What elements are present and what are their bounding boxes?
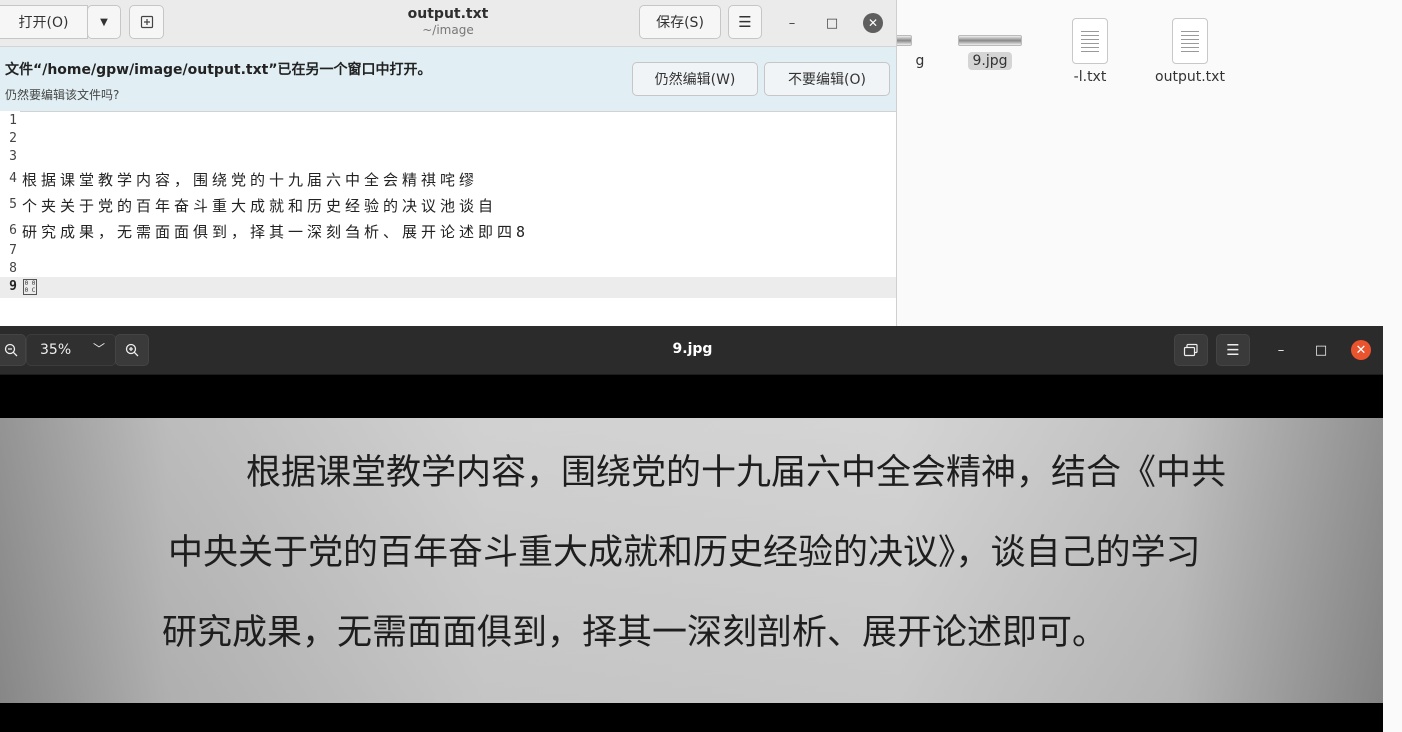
edit-anyway-button[interactable]: 仍然编辑(W) bbox=[632, 62, 758, 96]
viewer-maximize-button[interactable]: □ bbox=[1311, 340, 1331, 360]
line-text: 个夹关于党的百年奋斗重大成就和历史经验的决议池谈自 bbox=[22, 197, 498, 215]
gallery-button[interactable] bbox=[1174, 334, 1208, 366]
new-document-icon bbox=[140, 15, 153, 29]
close-button[interactable]: ✕ bbox=[863, 13, 883, 33]
viewer-close-button[interactable]: ✕ bbox=[1351, 340, 1371, 360]
desktop-edge bbox=[1383, 326, 1402, 732]
text-view[interactable]: 1 2 3 4 根据课堂教学内容，围绕党的十九届六中全会精祺咤缪 5 个夹关于党… bbox=[0, 111, 896, 326]
infobar-subtitle: 仍然要编辑该文件吗? bbox=[5, 88, 120, 102]
save-button-label: 保存(S) bbox=[656, 15, 704, 31]
viewer-headerbar: 35% ﹀ 9.jpg ☰ – □ ✕ bbox=[0, 326, 1385, 375]
displayed-photo[interactable]: 根据课堂教学内容，围绕党的十九届六中全会精神，结合《中共 中央关于党的百年奋斗重… bbox=[0, 418, 1385, 703]
line-number: 7 bbox=[9, 243, 17, 258]
minimize-icon: – bbox=[1277, 342, 1285, 358]
file-item-output-txt[interactable]: output.txt bbox=[1140, 18, 1240, 86]
line-number: 2 bbox=[9, 131, 17, 146]
gallery-icon bbox=[1183, 343, 1198, 357]
text-file-icon bbox=[1072, 18, 1108, 64]
dont-edit-button[interactable]: 不要编辑(O) bbox=[764, 62, 890, 96]
file-item-l-txt[interactable]: -l.txt bbox=[1040, 18, 1140, 86]
editor-headerbar: 打开(O) ▼ output.txt ~/image 保存(S) ☰ – □ ✕ bbox=[0, 0, 896, 47]
menu-button[interactable]: ☰ bbox=[728, 5, 762, 39]
minimize-button[interactable]: – bbox=[782, 13, 802, 33]
line-text: 根据课堂教学内容，围绕党的十九届六中全会精祺咤缪 bbox=[22, 171, 479, 189]
file-label: output.txt bbox=[1155, 69, 1225, 85]
photo-text-line: 研究成果，无需面面俱到，择其一深刻剖析、展开论述即可。 bbox=[162, 613, 1108, 653]
line-number: 3 bbox=[9, 149, 17, 164]
image-viewer-window: 35% ﹀ 9.jpg ☰ – □ ✕ 根据课堂教学内容，围绕党的十九届六中全会… bbox=[0, 326, 1385, 732]
chevron-down-icon: ▼ bbox=[100, 16, 108, 28]
viewer-menu-button[interactable]: ☰ bbox=[1216, 334, 1250, 366]
line-number: 9 bbox=[9, 279, 17, 294]
open-dropdown-button[interactable]: ▼ bbox=[87, 5, 121, 39]
image-thumbnail-icon bbox=[958, 35, 1022, 46]
photo-text-line: 中央关于党的百年奋斗重大成就和历史经验的决议》，谈自己的学习 bbox=[168, 533, 1201, 573]
line-number: 5 bbox=[9, 197, 17, 212]
open-button[interactable]: 打开(O) bbox=[0, 5, 88, 39]
file-label: -l.txt bbox=[1073, 69, 1107, 85]
line-number: 8 bbox=[9, 261, 17, 276]
close-icon: ✕ bbox=[867, 16, 879, 30]
close-icon: ✕ bbox=[1355, 342, 1367, 358]
already-open-infobar: 文件“/home/gpw/image/output.txt”已在另一个窗口中打开… bbox=[0, 47, 896, 112]
line-number: 4 bbox=[9, 171, 17, 186]
dont-edit-label: 不要编辑(O) bbox=[788, 72, 866, 88]
photo-text-line: 根据课堂教学内容，围绕党的十九届六中全会精神，结合《中共 bbox=[246, 453, 1227, 493]
edit-anyway-label: 仍然编辑(W) bbox=[654, 72, 736, 88]
save-button[interactable]: 保存(S) bbox=[639, 5, 721, 39]
open-button-label: 打开(O) bbox=[18, 15, 69, 31]
file-item-9jpg[interactable]: 9.jpg bbox=[940, 18, 1040, 70]
unknown-glyph-box: 0 0 0 C bbox=[23, 279, 37, 295]
hamburger-menu-icon: ☰ bbox=[1226, 341, 1240, 359]
maximize-icon: □ bbox=[825, 15, 839, 31]
line-number: 1 bbox=[9, 113, 17, 128]
file-label: g bbox=[915, 53, 925, 69]
new-tab-button[interactable] bbox=[129, 5, 164, 39]
maximize-icon: □ bbox=[1314, 342, 1328, 358]
line-number: 6 bbox=[9, 223, 17, 238]
infobar-title: 文件“/home/gpw/image/output.txt”已在另一个窗口中打开… bbox=[5, 62, 432, 78]
text-editor-window: 打开(O) ▼ output.txt ~/image 保存(S) ☰ – □ ✕… bbox=[0, 0, 897, 326]
file-label: 9.jpg bbox=[968, 52, 1012, 70]
maximize-button[interactable]: □ bbox=[822, 13, 842, 33]
current-line: 9 0 0 0 C bbox=[0, 277, 896, 298]
line-text: 研究成果，无需面面俱到，择其一深刻刍析、展开论述即四8 bbox=[22, 223, 530, 241]
viewer-minimize-button[interactable]: – bbox=[1271, 340, 1291, 360]
text-line: 4 根据课堂教学内容，围绕党的十九届六中全会精祺咤缪 bbox=[0, 169, 896, 195]
text-line: 5 个夹关于党的百年奋斗重大成就和历史经验的决议池谈自 bbox=[0, 195, 896, 221]
text-file-icon bbox=[1172, 18, 1208, 64]
minimize-icon: – bbox=[788, 15, 796, 31]
hamburger-menu-icon: ☰ bbox=[738, 13, 752, 31]
